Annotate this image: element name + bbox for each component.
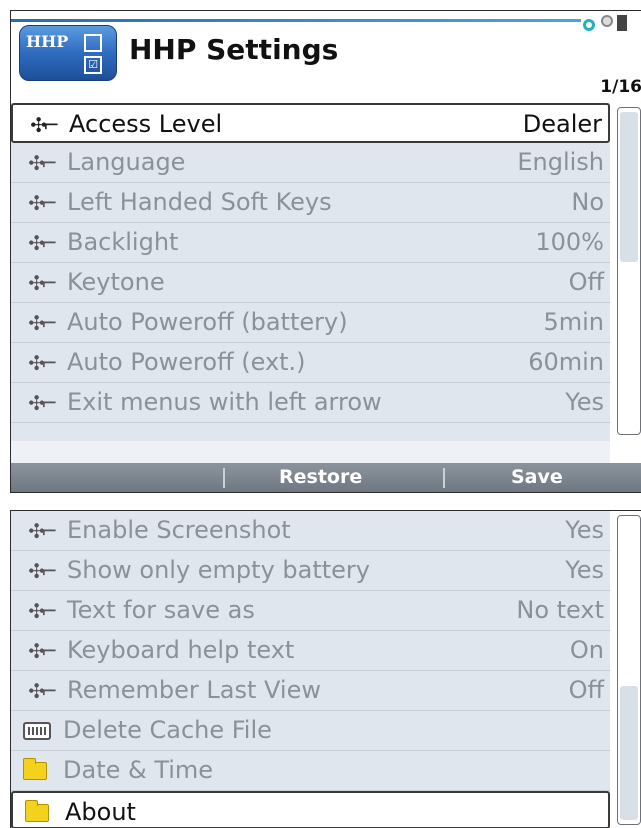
- list-item-enable-screenshot[interactable]: ✣⌐ Enable Screenshot Yes: [11, 511, 610, 551]
- folder-icon: [25, 800, 49, 822]
- list-item-auto-poweroff-ext[interactable]: ✣⌐ Auto Poweroff (ext.) 60min: [11, 343, 610, 383]
- wrench-icon: ✣⌐: [28, 391, 58, 415]
- softkey-separator: [223, 468, 225, 488]
- list-item-access-level[interactable]: ✣⌐ Access Level Dealer: [11, 103, 610, 143]
- item-label: Keytone: [67, 268, 165, 296]
- item-value: No: [571, 188, 604, 216]
- hhp-logo: HHP ☑: [19, 25, 117, 81]
- item-value: On: [569, 636, 604, 664]
- list-item-auto-poweroff-battery[interactable]: ✣⌐ Auto Poweroff (battery) 5min: [11, 303, 610, 343]
- save-button[interactable]: Save: [511, 466, 563, 488]
- item-value: English: [517, 148, 604, 176]
- page-title: HHP Settings: [129, 33, 339, 66]
- settings-screen-top: HHP ☑ HHP Settings 1/16 ✣⌐ Access Level …: [10, 10, 641, 493]
- list-item-show-only-empty-battery[interactable]: ✣⌐ Show only empty battery Yes: [11, 551, 610, 591]
- wrench-icon: ✣⌐: [28, 271, 58, 295]
- wrench-icon: ✣⌐: [28, 311, 58, 335]
- softkey-bar: Restore Save: [11, 463, 641, 492]
- item-label: Language: [67, 148, 186, 176]
- battery-icon: [617, 15, 627, 31]
- page-indicator: 1/16: [600, 77, 641, 97]
- scroll-thumb[interactable]: [620, 686, 638, 820]
- item-value: Off: [568, 676, 604, 704]
- list-item-date-time[interactable]: Date & Time: [11, 751, 610, 791]
- item-value: Dealer: [522, 110, 602, 138]
- list-item-delete-cache-file[interactable]: Delete Cache File: [11, 711, 610, 751]
- logo-text: HHP: [26, 32, 69, 51]
- list-item-language[interactable]: ✣⌐ Language English: [11, 143, 610, 183]
- item-label: Left Handed Soft Keys: [67, 188, 332, 216]
- list-item-about[interactable]: About: [11, 791, 610, 828]
- item-value: No text: [516, 596, 604, 624]
- item-label: Delete Cache File: [63, 716, 272, 744]
- wrench-icon: ✣⌐: [28, 191, 58, 215]
- list-item-exit-menus-left-arrow[interactable]: ✣⌐ Exit menus with left arrow Yes: [11, 383, 610, 423]
- item-value: Yes: [565, 516, 604, 544]
- settings-screen-bottom: ✣⌐ Enable Screenshot Yes ✣⌐ Show only em…: [10, 510, 641, 828]
- logo-checkbox-icon: ☑: [84, 56, 102, 74]
- item-label: About: [65, 798, 136, 826]
- item-value: 60min: [528, 348, 604, 376]
- item-label: Show only empty battery: [67, 556, 370, 584]
- item-value: 100%: [535, 228, 604, 256]
- wrench-icon: ✣⌐: [28, 151, 58, 175]
- header-accent-line: [11, 19, 581, 22]
- wrench-icon: ✣⌐: [28, 599, 58, 623]
- list-footer-space: [11, 441, 610, 463]
- item-label: Access Level: [69, 110, 223, 138]
- scroll-thumb[interactable]: [620, 112, 638, 262]
- item-label: Auto Poweroff (battery): [67, 308, 348, 336]
- item-value: Yes: [565, 388, 604, 416]
- item-value: Off: [568, 268, 604, 296]
- item-value: 5min: [543, 308, 604, 336]
- item-label: Auto Poweroff (ext.): [67, 348, 306, 376]
- wrench-icon: ✣⌐: [28, 519, 58, 543]
- item-label: Enable Screenshot: [67, 516, 291, 544]
- item-label: Backlight: [67, 228, 179, 256]
- item-label: Exit menus with left arrow: [67, 388, 382, 416]
- wrench-icon: ✣⌐: [28, 639, 58, 663]
- list-item-remember-last-view[interactable]: ✣⌐ Remember Last View Off: [11, 671, 610, 711]
- list-item-left-handed-soft-keys[interactable]: ✣⌐ Left Handed Soft Keys No: [11, 183, 610, 223]
- scrollbar[interactable]: [617, 107, 641, 435]
- wrench-icon: ✣⌐: [30, 113, 60, 137]
- wrench-icon: ✣⌐: [28, 679, 58, 703]
- item-label: Date & Time: [63, 756, 214, 784]
- list-item-keyboard-help-text[interactable]: ✣⌐ Keyboard help text On: [11, 631, 610, 671]
- pin-icon: [601, 15, 613, 27]
- settings-list: ✣⌐ Access Level Dealer ✣⌐ Language Engli…: [11, 103, 610, 441]
- softkey-separator: [443, 468, 445, 488]
- logo-square-icon: [84, 34, 102, 52]
- connection-icon: [583, 19, 595, 31]
- status-icons: [583, 11, 641, 31]
- item-value: Yes: [565, 556, 604, 584]
- header: HHP ☑ HHP Settings 1/16: [11, 11, 641, 101]
- keyboard-icon: [23, 722, 51, 740]
- item-label: Keyboard help text: [67, 636, 295, 664]
- wrench-icon: ✣⌐: [28, 351, 58, 375]
- item-label: Remember Last View: [67, 676, 321, 704]
- list-item-text-for-save-as[interactable]: ✣⌐ Text for save as No text: [11, 591, 610, 631]
- wrench-icon: ✣⌐: [28, 559, 58, 583]
- list-item-keytone[interactable]: ✣⌐ Keytone Off: [11, 263, 610, 303]
- wrench-icon: ✣⌐: [28, 231, 58, 255]
- restore-button[interactable]: Restore: [279, 466, 362, 488]
- item-label: Text for save as: [67, 596, 255, 624]
- settings-list: ✣⌐ Enable Screenshot Yes ✣⌐ Show only em…: [11, 511, 610, 828]
- folder-icon: [23, 758, 47, 780]
- scrollbar[interactable]: [617, 515, 641, 825]
- list-item-backlight[interactable]: ✣⌐ Backlight 100%: [11, 223, 610, 263]
